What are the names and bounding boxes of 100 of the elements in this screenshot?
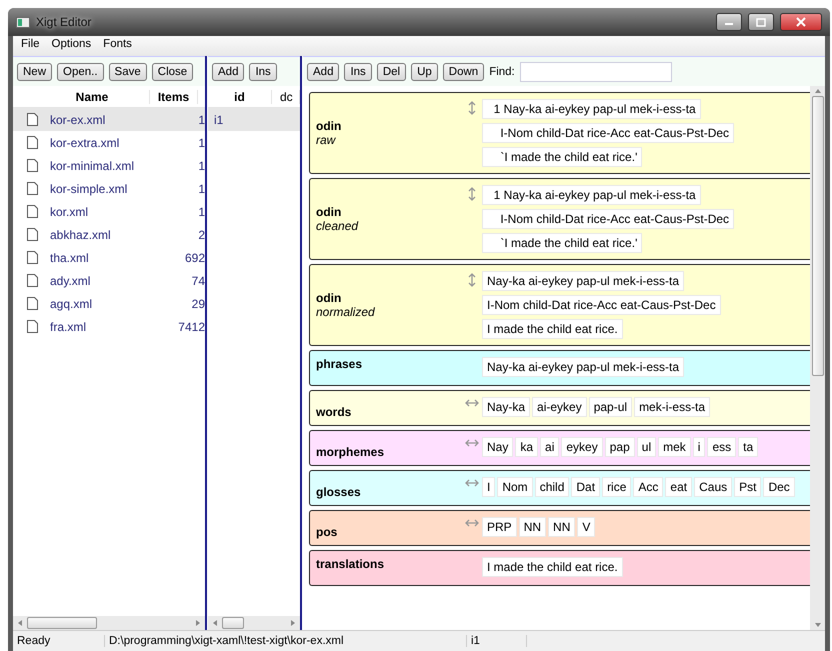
scroll-left-arrow-icon[interactable] (17, 620, 23, 626)
status-item: i1 (467, 635, 527, 647)
token-box[interactable]: Acc (633, 477, 664, 497)
scroll-left-arrow-icon[interactable] (212, 620, 218, 626)
close-icon (796, 17, 806, 27)
minimize-button[interactable] (716, 13, 742, 31)
document-icon (27, 297, 38, 310)
token-box[interactable]: mek (658, 437, 691, 457)
maximize-button[interactable] (748, 13, 774, 31)
item-count: 1 (197, 204, 205, 218)
vertical-scrollbar[interactable] (810, 86, 825, 630)
scroll-thumb[interactable] (812, 96, 824, 376)
scroll-up-arrow-icon[interactable] (814, 88, 820, 94)
scroll-thumb[interactable] (222, 617, 244, 629)
token-box[interactable]: Nay-ka (482, 397, 530, 417)
file-row[interactable]: ady.xml 74 (13, 269, 205, 292)
toolbar-button[interactable]: Ins (344, 62, 372, 80)
toolbar-button[interactable]: Del (376, 62, 406, 80)
column-header[interactable]: id (208, 90, 272, 104)
tier-name: pos (316, 525, 338, 539)
token-box[interactable]: NN (518, 517, 546, 537)
scroll-down-arrow-icon[interactable] (814, 622, 820, 628)
item-count: 2 (197, 228, 205, 242)
tier-state: raw (316, 133, 337, 147)
tier-name: odin (316, 291, 342, 305)
tier-name: translations (316, 557, 386, 571)
token-box[interactable]: ai-eykey (532, 397, 587, 417)
tier-name: odin (316, 119, 342, 133)
toolbar-button[interactable]: Ins (249, 62, 277, 80)
token-box[interactable]: eat (665, 477, 692, 497)
token-box[interactable]: Caus (694, 477, 732, 497)
token-box[interactable]: NN (548, 517, 576, 537)
igt-row[interactable]: i1 (208, 108, 300, 131)
token-box[interactable]: pap-ul (588, 397, 632, 417)
horizontal-scrollbar[interactable] (208, 616, 300, 630)
horizontal-arrow-icon (465, 519, 479, 527)
menu-item[interactable]: Fonts (99, 38, 136, 54)
scroll-thumb[interactable] (27, 617, 97, 629)
document-icon (27, 136, 38, 149)
token-box[interactable]: V (577, 517, 596, 537)
token-box[interactable]: child (534, 477, 570, 497)
token-box[interactable]: ai (540, 437, 560, 457)
file-row[interactable]: abkhaz.xml 2 (13, 223, 205, 246)
file-row[interactable]: kor.xml 1 (13, 200, 205, 223)
column-header[interactable]: Name (35, 90, 150, 104)
tier-name: morphemes (316, 445, 386, 459)
file-row[interactable]: tha.xml 692 (13, 246, 205, 269)
toolbar-button[interactable]: Add (212, 62, 244, 80)
document-icon (27, 113, 38, 126)
token-box[interactable]: Pst (734, 477, 762, 497)
status-message: Ready (13, 635, 105, 647)
vertical-arrow-icon (468, 187, 476, 201)
menu-item[interactable]: Options (48, 38, 96, 54)
scroll-right-arrow-icon[interactable] (290, 620, 296, 626)
file-row[interactable]: kor-simple.xml 1 (13, 177, 205, 200)
token-box[interactable]: Dat (571, 477, 600, 497)
file-row[interactable]: kor-minimal.xml 1 (13, 154, 205, 177)
toolbar-button[interactable]: New (17, 62, 52, 80)
token-box[interactable]: ka (515, 437, 538, 457)
item-count: 1 (197, 158, 205, 172)
toolbar-button[interactable]: Open.. (57, 62, 104, 80)
toolbar-button[interactable]: Add (307, 62, 340, 80)
document-icon (27, 274, 38, 287)
token-box[interactable]: pap (604, 437, 635, 457)
token-box[interactable]: Nom (497, 477, 533, 497)
igt-id: i1 (213, 112, 224, 126)
file-name: kor-simple.xml (50, 182, 128, 196)
menu-item[interactable]: File (17, 38, 44, 54)
file-row[interactable]: agq.xml 29 (13, 292, 205, 315)
close-button[interactable] (780, 13, 822, 31)
token-box[interactable]: Nay (482, 437, 514, 457)
file-name: kor-extra.xml (50, 136, 120, 150)
token-box[interactable]: ul (636, 437, 656, 457)
file-row[interactable]: kor-ex.xml 1 (13, 108, 205, 131)
token-box[interactable]: eykey (561, 437, 603, 457)
token-box[interactable]: i (692, 437, 706, 457)
scroll-right-arrow-icon[interactable] (195, 620, 201, 626)
file-name: abkhaz.xml (50, 228, 112, 242)
token-box[interactable]: Dec (763, 477, 795, 497)
horizontal-scrollbar[interactable] (13, 616, 205, 630)
item-count: 1 (197, 112, 205, 126)
token-box[interactable]: ess (707, 437, 736, 457)
toolbar-button[interactable]: Close (152, 62, 194, 80)
find-field[interactable] (520, 62, 672, 82)
token-box[interactable]: ta (738, 437, 758, 457)
file-row[interactable]: kor-extra.xml 1 (13, 131, 205, 154)
file-name: fra.xml (50, 320, 87, 334)
toolbar-button[interactable]: Save (108, 62, 147, 80)
maximize-icon (756, 18, 766, 26)
token-box[interactable]: PRP (482, 517, 517, 537)
token-box[interactable]: mek-i-ess-ta (634, 397, 710, 417)
column-header[interactable]: Items (150, 90, 198, 104)
file-name: kor-minimal.xml (50, 158, 135, 172)
find-label: Find: (489, 66, 515, 78)
file-row[interactable]: fra.xml 7412 (13, 315, 205, 338)
item-count: 29 (190, 296, 205, 310)
token-box[interactable]: rice (602, 477, 632, 497)
token-box[interactable]: I (482, 477, 496, 497)
toolbar-button[interactable]: Up (411, 62, 438, 80)
toolbar-button[interactable]: Down (442, 62, 484, 80)
